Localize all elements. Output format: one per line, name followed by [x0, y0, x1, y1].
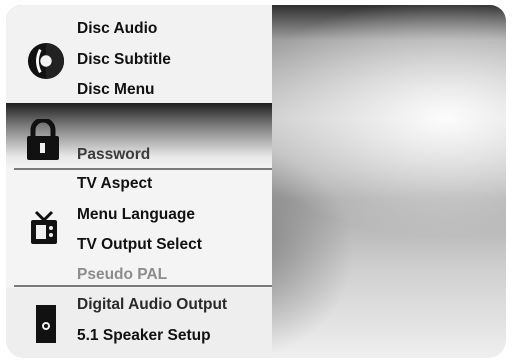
- menu-item-digital-audio-output[interactable]: Digital Audio Output: [77, 296, 227, 314]
- menu-item-disc-menu[interactable]: Disc Menu: [77, 81, 155, 99]
- menu-item-tv-aspect[interactable]: TV Aspect: [77, 175, 152, 193]
- menu-item-tv-output-select[interactable]: TV Output Select: [77, 236, 202, 254]
- osd-screen: Disc Audio Disc Subtitle Disc Menu Passw…: [6, 5, 506, 358]
- section-divider: [14, 168, 272, 170]
- speaker-icon: [36, 305, 56, 343]
- menu-item-speaker-setup[interactable]: 5.1 Speaker Setup: [77, 327, 211, 345]
- setup-menu: Disc Audio Disc Subtitle Disc Menu Passw…: [6, 5, 272, 358]
- menu-item-password[interactable]: Password: [77, 146, 150, 164]
- menu-item-menu-language[interactable]: Menu Language: [77, 206, 195, 224]
- menu-item-disc-subtitle[interactable]: Disc Subtitle: [77, 51, 171, 69]
- disc-icon: [27, 42, 65, 80]
- tv-icon: [31, 210, 57, 244]
- lock-icon: [27, 119, 59, 160]
- section-divider: [14, 285, 272, 287]
- menu-item-pseudo-pal[interactable]: Pseudo PAL: [77, 266, 167, 284]
- menu-item-disc-audio[interactable]: Disc Audio: [77, 20, 157, 38]
